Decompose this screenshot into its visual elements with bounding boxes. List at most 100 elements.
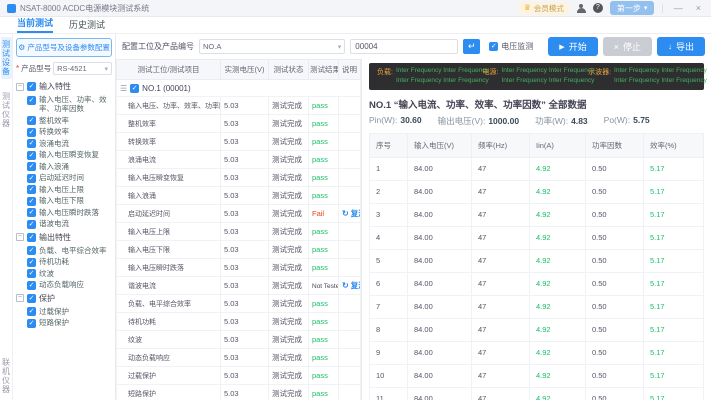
checkbox-checked-icon[interactable] — [27, 318, 36, 328]
start-button[interactable]: 开始 — [548, 37, 598, 56]
tree-item-row[interactable]: 浪涌电流 — [16, 138, 112, 150]
tree-group-row[interactable]: 保护 — [16, 291, 112, 306]
checkbox-checked-icon[interactable] — [27, 162, 36, 172]
tree-item-row[interactable]: 输入电压瞬时跌落 — [16, 207, 112, 219]
tab-history-test[interactable]: 历史测试 — [69, 17, 105, 33]
table-row[interactable]: 整机效率 5.03 测试完成 pass — [116, 114, 361, 133]
table-row[interactable]: 2 84.00 47 4.92 0.50 5.17 — [369, 179, 704, 204]
retest-button[interactable]: 复测 — [342, 208, 360, 219]
tree-item-row[interactable]: 过载保护 — [16, 306, 112, 318]
rail-item-test-device[interactable]: 测试设备 — [0, 37, 12, 79]
test-item-name: 启动延迟时间 — [116, 204, 221, 223]
tree-item-row[interactable]: 谐波电流 — [16, 218, 112, 230]
rail-item-linked-instrument[interactable]: 联机仪器 — [1, 355, 12, 397]
tree-group-row[interactable]: 输入特性 — [16, 79, 112, 94]
table-row[interactable]: 11 84.00 47 4.92 0.50 5.17 — [369, 386, 704, 400]
checkbox-checked-icon[interactable] — [27, 139, 36, 149]
table-row[interactable]: 动态负载响应 5.03 测试完成 pass — [116, 348, 361, 367]
table-row[interactable]: 待机功耗 5.03 测试完成 pass — [116, 312, 361, 331]
checkbox-checked-icon[interactable] — [130, 83, 140, 93]
stop-button[interactable]: 停止 — [602, 37, 652, 56]
rail-item-test-instrument[interactable]: 测试仪器 — [1, 89, 12, 131]
checkbox-checked-icon[interactable] — [27, 196, 36, 206]
table-row[interactable]: 谐波电流5.03测试完成Not Tested 复测 — [116, 276, 361, 295]
table-row[interactable]: 9 84.00 47 4.92 0.50 5.17 — [369, 340, 704, 365]
table-row[interactable]: 启动延迟时间5.03测试完成Fail 复测 — [116, 204, 361, 223]
instrument-group: 示波器: Inter Frequency Inter Frequency Inter… — [588, 66, 707, 87]
checkbox-checked-icon[interactable] — [27, 233, 36, 242]
product-model-select[interactable]: RS-4521 — [53, 62, 112, 75]
tree-item-row[interactable]: 待机功耗 — [16, 256, 112, 268]
tree-item-row[interactable]: 纹波 — [16, 268, 112, 280]
tree-item-row[interactable]: 输入浪涌 — [16, 161, 112, 173]
checkbox-checked-icon[interactable] — [27, 246, 36, 256]
help-icon[interactable] — [592, 3, 603, 13]
table-row[interactable]: 5 84.00 47 4.92 0.50 5.17 — [369, 248, 704, 273]
collapse-icon[interactable] — [16, 233, 24, 242]
checkbox-checked-icon[interactable] — [27, 185, 36, 195]
table-row[interactable]: 输入电压瞬时跌落 5.03 测试完成 pass — [116, 258, 361, 277]
table-row[interactable]: 过载保护 5.03 测试完成 pass — [116, 366, 361, 385]
table-row[interactable]: 输入电压瞬变恢复 5.03 测试完成 pass — [116, 168, 361, 187]
collapse-icon[interactable] — [16, 294, 24, 303]
checkbox-checked-icon[interactable] — [27, 257, 36, 267]
tree-item-row[interactable]: 短路保护 — [16, 317, 112, 329]
drag-handle-icon[interactable] — [120, 84, 127, 93]
checkbox-checked-icon[interactable] — [27, 150, 36, 160]
retest-button[interactable]: 复测 — [342, 280, 360, 291]
tree-group-row[interactable]: 输出特性 — [16, 230, 112, 245]
checkbox-checked-icon[interactable] — [27, 294, 36, 303]
table-row[interactable]: 输入电压下限 5.03 测试完成 pass — [116, 240, 361, 259]
table-row[interactable]: 转换效率 5.03 测试完成 pass — [116, 132, 361, 151]
table-row[interactable]: 负载、电平综合效率 5.03 测试完成 pass — [116, 294, 361, 313]
tree-item-row[interactable]: 启动延迟时间 — [16, 172, 112, 184]
table-row[interactable]: 8 84.00 47 4.92 0.50 5.17 — [369, 317, 704, 342]
step-dropdown-button[interactable]: 第一步 — [609, 1, 655, 15]
tree-item-row[interactable]: 动态负载响应 — [16, 279, 112, 291]
tree-item-row[interactable]: 转换效率 — [16, 126, 112, 138]
checkbox-checked-icon[interactable] — [27, 269, 36, 279]
table-row[interactable]: 输入电压、功率、效率、功率因数5.03测试完成pass — [116, 96, 361, 115]
station-group-row[interactable]: NO.1 (00001) — [116, 79, 361, 97]
checkbox-checked-icon[interactable] — [27, 208, 36, 218]
station-select[interactable]: NO.A — [199, 39, 346, 54]
tree-item-row[interactable]: 输入电压下限 — [16, 195, 112, 207]
table-row[interactable]: 短路保护 5.03 测试完成 pass — [116, 384, 361, 400]
table-row[interactable]: 3 84.00 47 4.92 0.50 5.17 — [369, 202, 704, 227]
checkbox-checked-icon[interactable] — [27, 127, 36, 137]
confirm-serial-button[interactable] — [463, 39, 481, 54]
export-button[interactable]: 导出 — [656, 37, 705, 56]
table-row[interactable]: 4 84.00 47 4.92 0.50 5.17 — [369, 225, 704, 250]
tree-item-row[interactable]: 输入电压、功率、效率、功率因数 — [16, 94, 112, 115]
table-row[interactable]: 6 84.00 47 4.92 0.50 5.17 — [369, 271, 704, 296]
table-row[interactable]: 7 84.00 47 4.92 0.50 5.17 — [369, 294, 704, 319]
result-cell: 5 — [369, 248, 408, 273]
table-row[interactable]: 输入电压上限 5.03 测试完成 pass — [116, 222, 361, 241]
checkbox-checked-icon[interactable] — [27, 116, 36, 126]
test-status: 测试完成 — [268, 294, 309, 313]
table-row[interactable]: 输入浪涌 5.03 测试完成 pass — [116, 186, 361, 205]
tree-item-row[interactable]: 负载、电平综合效率 — [16, 245, 112, 257]
table-row[interactable]: 纹波 5.03 测试完成 pass — [116, 330, 361, 349]
checkbox-checked-icon[interactable] — [27, 95, 36, 105]
checkbox-checked-icon[interactable] — [27, 307, 36, 317]
table-row[interactable]: 10 84.00 47 4.92 0.50 5.17 — [369, 363, 704, 388]
table-row[interactable]: 浪涌电流 5.03 测试完成 pass — [116, 150, 361, 169]
serial-number-input[interactable] — [350, 39, 459, 54]
user-icon[interactable] — [576, 3, 586, 13]
checkbox-checked-icon[interactable] — [27, 219, 36, 229]
tree-item-row[interactable]: 整机效率 — [16, 115, 112, 127]
checkbox-checked-icon[interactable] — [27, 82, 36, 92]
table-row[interactable]: 1 84.00 47 4.92 0.50 5.17 — [369, 156, 704, 181]
voltage-monitor-checkbox[interactable]: 电压监测 — [489, 41, 533, 52]
tab-current-test[interactable]: 当前测试 — [17, 17, 54, 33]
tree-item-row[interactable]: 输入电压瞬变恢复 — [16, 149, 112, 161]
checkbox-checked-icon[interactable] — [27, 280, 36, 290]
collapse-icon[interactable] — [16, 82, 24, 91]
tree-item-row[interactable]: 输入电压上限 — [16, 184, 112, 196]
member-badge[interactable]: 会员模式 — [517, 1, 570, 15]
product-config-button[interactable]: 产品型号及设备参数配置 — [16, 38, 112, 57]
minimize-button[interactable]: — — [671, 3, 686, 13]
close-button[interactable]: × — [693, 3, 704, 13]
checkbox-checked-icon[interactable] — [27, 173, 36, 183]
